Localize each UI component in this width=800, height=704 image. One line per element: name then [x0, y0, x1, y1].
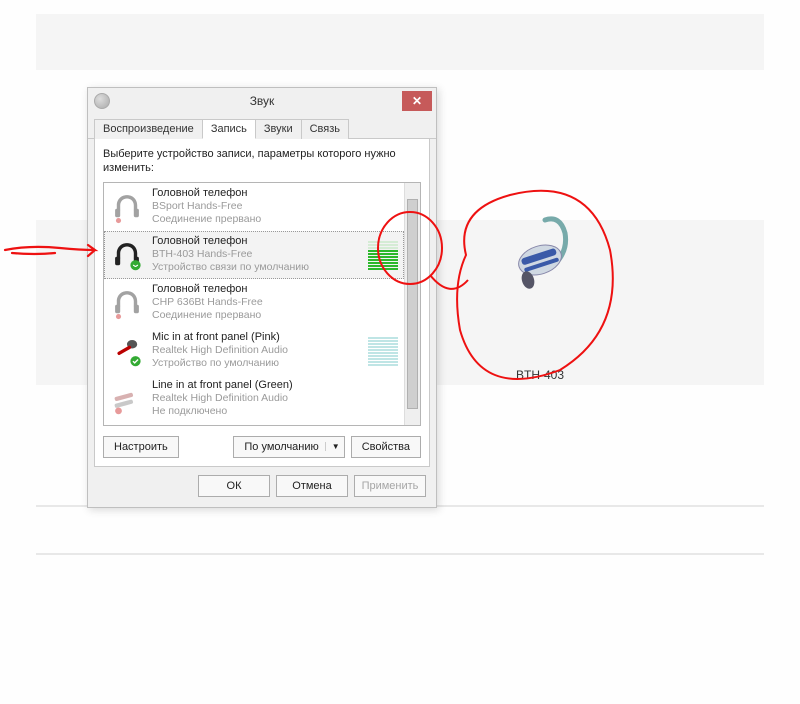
set-default-label: По умолчанию: [244, 441, 318, 453]
device-driver: CHP 636Bt Hands-Free: [152, 296, 398, 309]
dialog-title: Звук: [88, 94, 436, 108]
list-item[interactable]: Line in at front panel (Green) Realtek H…: [104, 375, 404, 423]
level-meter: [368, 334, 398, 368]
device-driver: BSport Hands-Free: [152, 200, 398, 213]
device-name: Line in at front panel (Green): [152, 379, 398, 393]
instruction-text: Выберите устройство записи, параметры ко…: [103, 147, 421, 176]
device-name: Головной телефон: [152, 187, 398, 201]
audio-jack-icon: [110, 382, 144, 416]
device-status: Устройство по умолчанию: [152, 357, 360, 370]
sound-dialog: Звук ✕ Воспроизведение Запись Звуки Связ…: [87, 87, 437, 508]
close-button[interactable]: ✕: [402, 91, 432, 111]
ok-button[interactable]: ОК: [198, 475, 270, 497]
device-status: Не подключено: [152, 405, 398, 418]
device-status: Соединение прервано: [152, 213, 398, 226]
list-item[interactable]: Mic in at front panel (Pink) Realtek Hig…: [104, 327, 404, 375]
headset-icon: [110, 190, 144, 224]
device-name: Головной телефон: [152, 235, 360, 249]
level-meter: [368, 238, 398, 272]
device-name: Головной телефон: [152, 283, 398, 297]
speaker-icon: [94, 93, 110, 109]
device-driver: Realtek High Definition Audio: [152, 392, 398, 405]
tab-sounds[interactable]: Звуки: [255, 119, 302, 139]
chevron-down-icon: ▼: [325, 442, 340, 451]
list-item[interactable]: Головной телефон CHP 636Bt Hands-Free Со…: [104, 279, 404, 327]
device-driver: Realtek High Definition Audio: [152, 344, 360, 357]
device-driver: BTH-403 Hands-Free: [152, 248, 360, 261]
listbox-scrollbar[interactable]: [404, 183, 420, 425]
apply-button[interactable]: Применить: [354, 475, 426, 497]
list-item[interactable]: Головной телефон BSport Hands-Free Соеди…: [104, 183, 404, 231]
tab-communications[interactable]: Связь: [301, 119, 349, 139]
headset-icon: [110, 286, 144, 320]
configure-button[interactable]: Настроить: [103, 436, 179, 458]
titlebar[interactable]: Звук ✕: [88, 88, 436, 114]
tab-playback[interactable]: Воспроизведение: [94, 119, 203, 139]
device-list[interactable]: Головной телефон BSport Hands-Free Соеди…: [103, 182, 421, 426]
bluetooth-device-label: BTH-403: [470, 368, 610, 382]
device-status: Устройство связи по умолчанию: [152, 261, 360, 274]
tab-body: Выберите устройство записи, параметры ко…: [94, 139, 430, 467]
cancel-button[interactable]: Отмена: [276, 475, 348, 497]
properties-button[interactable]: Свойства: [351, 436, 421, 458]
tab-recording[interactable]: Запись: [202, 119, 256, 139]
device-name: Mic in at front panel (Pink): [152, 331, 360, 345]
headset-icon: [110, 238, 144, 272]
device-status: Соединение прервано: [152, 309, 398, 322]
list-item[interactable]: Головной телефон BTH-403 Hands-Free Устр…: [104, 231, 404, 279]
bluetooth-device-preview: BTH-403: [470, 205, 610, 382]
tabstrip: Воспроизведение Запись Звуки Связь: [88, 114, 436, 139]
scroll-thumb[interactable]: [407, 199, 418, 409]
bluetooth-headset-icon: [490, 205, 590, 305]
set-default-button[interactable]: По умолчанию ▼: [233, 436, 344, 458]
microphone-icon: [110, 334, 144, 368]
